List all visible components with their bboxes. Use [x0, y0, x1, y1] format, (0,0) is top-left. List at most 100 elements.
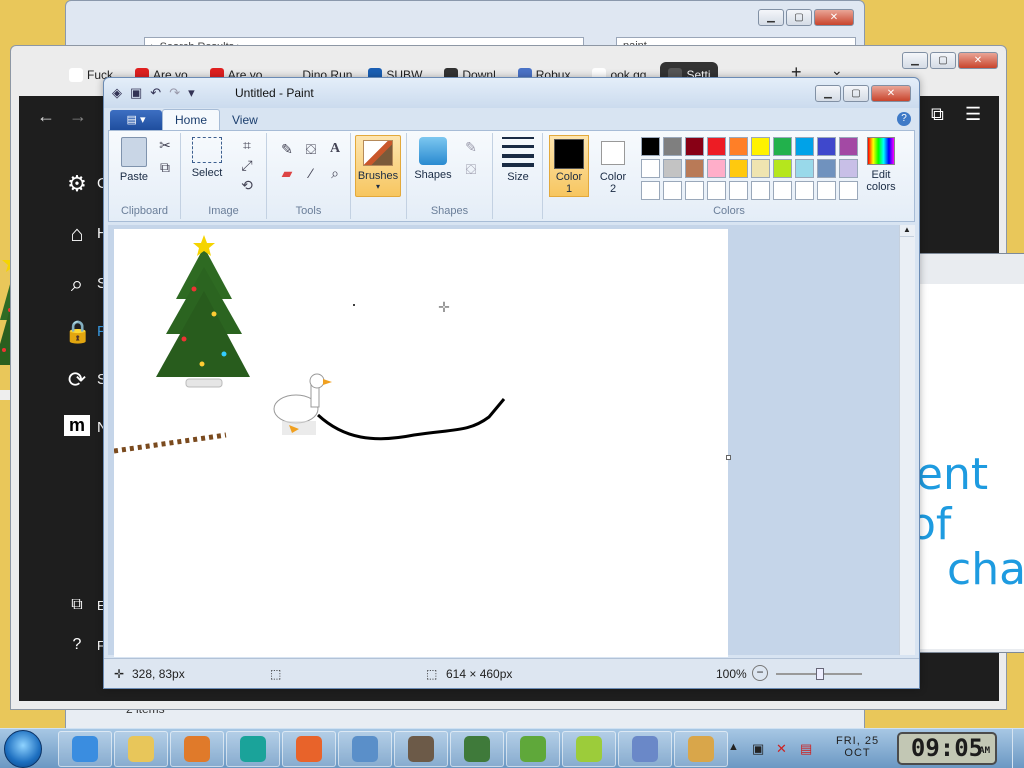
taskbar-app-button[interactable]: [394, 731, 448, 767]
zoom-out-button[interactable]: −: [752, 665, 768, 681]
color-swatch[interactable]: [751, 159, 770, 178]
select-button[interactable]: Select: [187, 137, 227, 179]
forward-button[interactable]: →: [69, 106, 87, 127]
sync-icon[interactable]: ⟳: [64, 367, 90, 393]
eraser-icon[interactable]: ▰: [277, 163, 297, 183]
taskbar-app-button[interactable]: [618, 731, 672, 767]
paint-file-menu[interactable]: ▤ ▾: [110, 110, 162, 130]
help-icon[interactable]: ?: [64, 636, 90, 654]
menu-icon[interactable]: ☰: [965, 104, 981, 125]
paint-app-icon[interactable]: ◈: [112, 85, 122, 101]
custom-color-swatch[interactable]: [795, 181, 814, 200]
lock-icon[interactable]: 🔒: [64, 319, 91, 345]
color-swatch[interactable]: [729, 137, 748, 156]
taskbar-app-button[interactable]: [450, 731, 504, 767]
taskbar-app-button[interactable]: [58, 731, 112, 767]
color-swatch[interactable]: [751, 137, 770, 156]
pencil-icon[interactable]: ✎: [277, 139, 297, 159]
color-swatch[interactable]: [641, 159, 660, 178]
color-swatch[interactable]: [707, 137, 726, 156]
custom-color-swatch[interactable]: [663, 181, 682, 200]
magnifier-icon[interactable]: ⌕: [325, 163, 345, 183]
custom-color-swatch[interactable]: [641, 181, 660, 200]
custom-color-swatch[interactable]: [773, 181, 792, 200]
rotate-icon[interactable]: ⟲: [237, 175, 257, 195]
taskbar-app-button[interactable]: [170, 731, 224, 767]
custom-color-swatch[interactable]: [729, 181, 748, 200]
color-swatch[interactable]: [773, 159, 792, 178]
custom-color-swatch[interactable]: [685, 181, 704, 200]
taskbar-app-button[interactable]: [562, 731, 616, 767]
color-picker-icon[interactable]: ⁄: [301, 163, 321, 183]
custom-color-swatch[interactable]: [707, 181, 726, 200]
outline-icon[interactable]: ✎: [461, 137, 481, 157]
custom-color-swatch[interactable]: [751, 181, 770, 200]
date-display[interactable]: FRI, 25 OCT: [836, 735, 879, 759]
taskbar-app-button[interactable]: [506, 731, 560, 767]
canvas-resize-handle[interactable]: [726, 455, 731, 460]
explorer-close-button[interactable]: ✕: [814, 9, 854, 26]
color-swatch[interactable]: [729, 159, 748, 178]
color-swatch[interactable]: [817, 159, 836, 178]
brushes-button[interactable]: Brushes ▾: [355, 135, 401, 197]
shapes-button[interactable]: Shapes: [413, 137, 453, 181]
help-icon[interactable]: ?: [897, 112, 911, 126]
browser-close-button[interactable]: ✕: [958, 52, 998, 69]
color-swatch[interactable]: [839, 137, 858, 156]
tab-view[interactable]: View: [220, 110, 270, 130]
zoom-slider[interactable]: [776, 668, 862, 680]
paint-minimize-button[interactable]: ▁: [815, 85, 841, 102]
drawing-canvas[interactable]: ✛: [113, 229, 731, 657]
start-button[interactable]: [4, 730, 42, 768]
color-swatch[interactable]: [773, 137, 792, 156]
shape-fill-icon[interactable]: ⛋: [461, 159, 481, 179]
edit-colors-button[interactable]: Edit colors: [859, 137, 903, 193]
color-swatch[interactable]: [663, 159, 682, 178]
cut-icon[interactable]: ✂: [155, 135, 175, 155]
color-swatch[interactable]: [685, 137, 704, 156]
power-icon[interactable]: ▤: [800, 741, 812, 757]
undo-icon[interactable]: ↶: [150, 85, 161, 101]
taskbar-app-button[interactable]: [338, 731, 392, 767]
color-swatch[interactable]: [707, 159, 726, 178]
browser-maximize-button[interactable]: ▢: [930, 52, 956, 69]
text-tool-icon[interactable]: A: [325, 139, 345, 159]
taskbar-app-button[interactable]: [282, 731, 336, 767]
canvas-vertical-scrollbar[interactable]: ▲: [899, 225, 915, 655]
color-swatch[interactable]: [795, 137, 814, 156]
show-desktop-button[interactable]: [1012, 729, 1024, 768]
extensions-icon[interactable]: ⧉: [931, 104, 944, 125]
m-logo-icon[interactable]: m: [64, 415, 90, 436]
color-swatch[interactable]: [641, 137, 660, 156]
resize-icon[interactable]: ⤢: [237, 155, 257, 175]
custom-color-swatch[interactable]: [839, 181, 858, 200]
crop-icon[interactable]: ⌗: [237, 135, 257, 155]
taskbar-app-button[interactable]: [226, 731, 280, 767]
tab-home[interactable]: Home: [162, 109, 221, 130]
paste-button[interactable]: Paste: [115, 137, 153, 183]
home-icon[interactable]: ⌂: [64, 221, 90, 247]
gear-icon[interactable]: ⚙: [64, 171, 90, 197]
color2-button[interactable]: Color 2: [593, 137, 633, 195]
extensions-icon[interactable]: ⧉: [64, 596, 90, 614]
network-icon[interactable]: ▣: [752, 741, 764, 757]
redo-icon[interactable]: ↷: [169, 85, 180, 101]
back-button[interactable]: ←: [37, 106, 55, 127]
fill-icon[interactable]: ⛋: [301, 139, 321, 159]
color-swatch[interactable]: [685, 159, 704, 178]
color-swatch[interactable]: [663, 137, 682, 156]
browser-minimize-button[interactable]: ▁: [902, 52, 928, 69]
color-swatch[interactable]: [817, 137, 836, 156]
customize-qat-icon[interactable]: ▾: [188, 85, 195, 101]
color-swatch[interactable]: [839, 159, 858, 178]
tray-expand-icon[interactable]: ▲: [728, 741, 739, 753]
copy-icon[interactable]: ⧉: [155, 157, 175, 177]
explorer-minimize-button[interactable]: ▁: [758, 9, 784, 26]
color-swatch[interactable]: [795, 159, 814, 178]
size-button[interactable]: Size: [499, 137, 537, 183]
paint-maximize-button[interactable]: ▢: [843, 85, 869, 102]
paint-close-button[interactable]: ✕: [871, 85, 911, 102]
taskbar-app-button[interactable]: [114, 731, 168, 767]
explorer-maximize-button[interactable]: ▢: [786, 9, 812, 26]
taskbar-app-button[interactable]: [674, 731, 728, 767]
